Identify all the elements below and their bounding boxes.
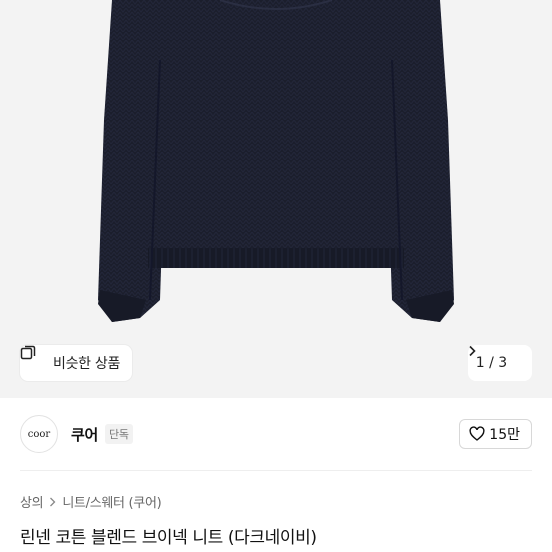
image-pager-button[interactable]: 1 / 3	[468, 345, 532, 381]
exclusive-badge: 단독	[105, 424, 133, 444]
breadcrumb-item-subcategory[interactable]: 니트/스웨터 (쿠어)	[62, 492, 161, 511]
shop-logo[interactable]: coor	[20, 415, 58, 453]
like-button[interactable]: 15만	[459, 419, 532, 449]
heart-outline-icon	[469, 426, 485, 442]
breadcrumb: 상의 니트/스웨터 (쿠어)	[20, 492, 162, 511]
similar-items-label: 비슷한 상품	[53, 356, 121, 372]
shop-name[interactable]: 쿠어	[71, 424, 98, 445]
image-pager-text: 1 / 3	[475, 355, 508, 371]
similar-items-button[interactable]: 비슷한 상품	[20, 345, 133, 381]
product-image[interactable]: 비슷한 상품 1 / 3	[0, 0, 552, 398]
chevron-right-icon	[469, 345, 524, 369]
sweater-photo	[98, 0, 454, 322]
shop-logo-text: coor	[27, 428, 51, 440]
section-divider	[20, 470, 532, 471]
shop-info-row[interactable]: coor 쿠어 단독 15만	[0, 398, 552, 470]
like-count: 15만	[489, 427, 520, 443]
chevron-right-icon	[49, 496, 56, 507]
product-title: 린넨 코튼 블렌드 브이넥 니트 (다크네이비)	[20, 528, 317, 548]
breadcrumb-item-category[interactable]: 상의	[20, 492, 44, 511]
similar-items-icon	[20, 345, 47, 371]
